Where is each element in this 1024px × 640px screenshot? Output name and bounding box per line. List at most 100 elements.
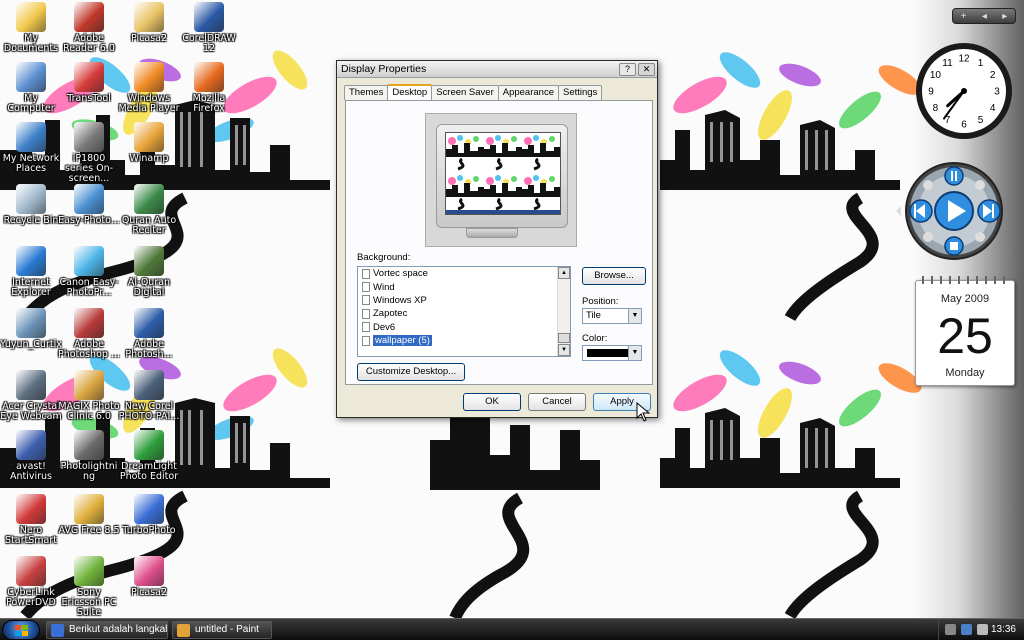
add-gadget-icon[interactable]: + bbox=[961, 11, 967, 22]
desktop-icon-label: CorelDRAW 12 bbox=[182, 33, 236, 54]
app-icon bbox=[74, 556, 104, 586]
desktop-icon[interactable]: Yuyun_Curtix bbox=[0, 308, 62, 350]
desktop-icon[interactable]: Picasa2 bbox=[118, 2, 180, 44]
desktop-icon[interactable]: Mozilla Firefox bbox=[178, 62, 240, 114]
image-file-icon bbox=[362, 335, 370, 346]
scroll-up-icon[interactable]: ▲ bbox=[558, 267, 570, 279]
desktop-icon[interactable]: Sony Ericsson PC Suite bbox=[58, 556, 120, 618]
desktop-icon[interactable]: MAGIX Photo Clinic 6.0 bbox=[58, 370, 120, 422]
desktop-icon[interactable]: Windows Media Player bbox=[118, 62, 180, 114]
volume-icon[interactable] bbox=[944, 166, 964, 186]
close-button[interactable]: ✕ bbox=[638, 62, 655, 76]
collapse-icon[interactable] bbox=[896, 206, 901, 216]
tab-appearance[interactable]: Appearance bbox=[497, 85, 559, 100]
app-icon bbox=[134, 430, 164, 460]
background-list-item[interactable]: Vortec space bbox=[358, 267, 570, 280]
dialog-titlebar[interactable]: Display Properties ? ✕ bbox=[337, 61, 657, 78]
desktop-icon[interactable]: Quran Auto Reciter bbox=[118, 184, 180, 236]
background-list-scrollbar[interactable]: ▲ ▼ bbox=[557, 267, 570, 356]
desktop-icon[interactable]: Acer Crystal Eye Webcam bbox=[0, 370, 62, 422]
stop-icon[interactable] bbox=[944, 236, 964, 256]
desktop-icon[interactable]: Easy-Photo... bbox=[58, 184, 120, 226]
desktop-icon[interactable]: Adobe Reader 6.0 bbox=[58, 2, 120, 54]
ok-button[interactable]: OK bbox=[463, 393, 521, 411]
start-button[interactable] bbox=[2, 620, 40, 640]
desktop-icon[interactable]: Recycle Bin bbox=[0, 184, 62, 226]
desktop-icon[interactable]: avast! Antivirus bbox=[0, 430, 62, 482]
sidebar-controls[interactable]: + ◂ ▸ bbox=[952, 8, 1016, 24]
desktop-icon[interactable]: Al-Quran Digital bbox=[118, 246, 180, 298]
clock-time[interactable]: 13:36 bbox=[991, 619, 1016, 640]
next-track-icon[interactable] bbox=[977, 199, 1001, 223]
color-picker[interactable]: ▼ bbox=[582, 345, 642, 361]
desktop-icon[interactable]: Adobe Photosh... bbox=[118, 308, 180, 360]
volume-icon[interactable] bbox=[977, 624, 988, 635]
background-list[interactable]: Vortec space Wind Windows XP Zapotec Dev6 wal… bbox=[357, 266, 571, 357]
background-list-item[interactable]: Windows XP bbox=[358, 294, 570, 307]
desktop-icon[interactable]: Canon Easy-PhotoPr... bbox=[58, 246, 120, 298]
cancel-button[interactable]: Cancel bbox=[528, 393, 586, 411]
desktop-icon[interactable]: AVG Free 8.5 bbox=[58, 494, 120, 536]
tab-settings[interactable]: Settings bbox=[557, 85, 603, 100]
media-player-gadget[interactable] bbox=[892, 158, 1006, 264]
desktop-icon[interactable]: TurboPhoto bbox=[118, 494, 180, 536]
desktop-icon-label: TurboPhoto bbox=[122, 525, 176, 536]
desktop-icon-label: Adobe Photoshop ... bbox=[58, 339, 120, 360]
app-icon bbox=[134, 370, 164, 400]
tab-desktop[interactable]: Desktop bbox=[387, 84, 433, 100]
desktop-icon[interactable]: CorelDRAW 12 bbox=[178, 2, 240, 54]
background-list-item[interactable]: Dev6 bbox=[358, 321, 570, 334]
show-hidden-icons-icon[interactable] bbox=[945, 624, 956, 635]
desktop-icon[interactable]: CyberLink PowerDVD bbox=[0, 556, 62, 608]
desktop-icon[interactable]: Nero StartSmart bbox=[0, 494, 62, 546]
desktop-icon[interactable]: DreamLight Photo Editor bbox=[118, 430, 180, 482]
desktop-icon-label: New Corel PHOTO-PAI... bbox=[118, 401, 180, 422]
desktop-icon-label: Picasa2 bbox=[130, 587, 168, 598]
app-icon bbox=[16, 494, 46, 524]
clock-numeral: 4 bbox=[990, 103, 996, 114]
position-select[interactable]: Tile ▼ bbox=[582, 308, 642, 324]
image-file-icon bbox=[362, 282, 370, 293]
windows-icon[interactable] bbox=[923, 180, 933, 190]
task-paint[interactable]: untitled - Paint bbox=[172, 621, 272, 639]
shuffle-icon[interactable] bbox=[923, 232, 933, 242]
desktop-icon[interactable]: Adobe Photoshop ... bbox=[58, 308, 120, 360]
playlist-icon[interactable] bbox=[975, 232, 985, 242]
help-button[interactable]: ? bbox=[619, 62, 636, 76]
chevron-down-icon[interactable]: ▼ bbox=[628, 309, 641, 323]
desktop-icon[interactable]: Picasa2 bbox=[118, 556, 180, 598]
background-list-item[interactable]: Wind bbox=[358, 280, 570, 293]
tab-screen-saver[interactable]: Screen Saver bbox=[431, 85, 499, 100]
desktop-icon-label: Quran Auto Reciter bbox=[121, 215, 177, 236]
app-icon bbox=[16, 2, 46, 32]
desktop-icon-label: iP1800 series On-screen... bbox=[64, 153, 114, 184]
previous-icon[interactable]: ◂ bbox=[982, 11, 987, 22]
background-list-item[interactable]: wallpaper (5) bbox=[358, 334, 570, 347]
next-icon[interactable]: ▸ bbox=[1002, 11, 1007, 22]
calendar-gadget[interactable]: May 2009 25 Monday bbox=[915, 276, 1015, 386]
scroll-thumb[interactable] bbox=[558, 333, 570, 343]
clock-gadget[interactable]: 12 1234567891011 bbox=[913, 41, 1015, 141]
repeat-icon[interactable] bbox=[975, 180, 985, 190]
desktop-icon[interactable]: My Documents bbox=[0, 2, 62, 54]
desktop-icon[interactable]: New Corel PHOTO-PAI... bbox=[118, 370, 180, 422]
tab-themes[interactable]: Themes bbox=[344, 85, 389, 100]
chevron-down-icon[interactable]: ▼ bbox=[628, 346, 641, 360]
background-item-label: Dev6 bbox=[373, 321, 396, 333]
desktop-icon[interactable]: My Network Places bbox=[0, 122, 62, 174]
desktop-icon[interactable]: Internet Explorer bbox=[0, 246, 62, 298]
background-list-item[interactable]: Zapotec bbox=[358, 307, 570, 320]
network-icon[interactable] bbox=[961, 624, 972, 635]
desktop-icon[interactable]: My Computer bbox=[0, 62, 62, 114]
previous-track-icon[interactable] bbox=[909, 199, 933, 223]
scroll-down-icon[interactable]: ▼ bbox=[558, 344, 570, 356]
color-swatch bbox=[587, 349, 629, 357]
desktop-icon[interactable]: Photolightning bbox=[58, 430, 120, 482]
play-icon[interactable] bbox=[934, 191, 974, 231]
desktop-icon[interactable]: TransTool bbox=[58, 62, 120, 104]
desktop-icon[interactable]: Winamp bbox=[118, 122, 180, 164]
customize-desktop-button[interactable]: Customize Desktop... bbox=[357, 363, 465, 381]
browse-button[interactable]: Browse... bbox=[582, 267, 646, 285]
desktop-icon[interactable]: iP1800 series On-screen... bbox=[58, 122, 120, 184]
task-browser[interactable]: Berikut adalah langkah... bbox=[46, 621, 168, 639]
